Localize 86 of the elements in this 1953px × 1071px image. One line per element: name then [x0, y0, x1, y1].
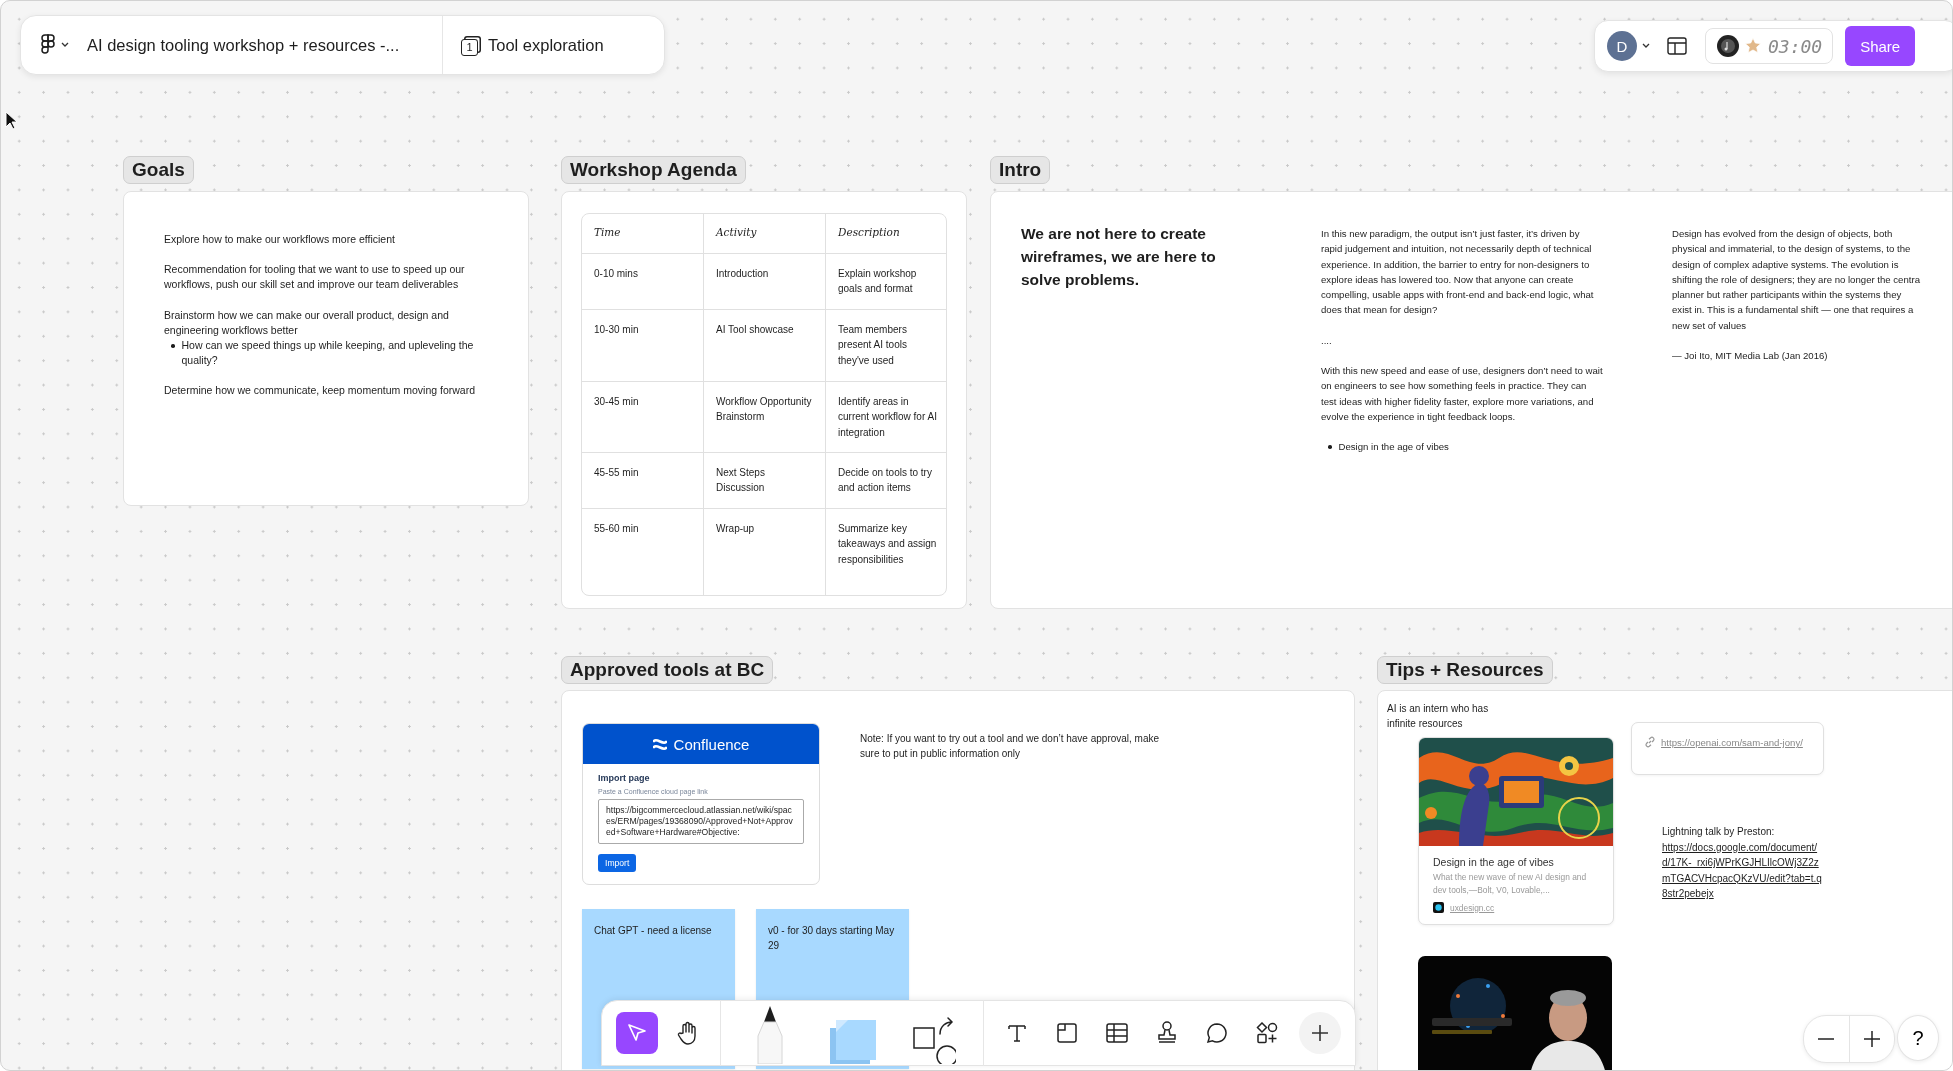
- page-count: 1: [461, 38, 478, 56]
- file-title: AI design tooling workshop + resources -...: [86, 35, 401, 55]
- layout-icon: [1667, 37, 1687, 55]
- table-cell: 55-60 min: [582, 509, 704, 595]
- stamp-icon: [1156, 1021, 1178, 1045]
- star-icon: [1744, 37, 1762, 55]
- cursor-icon: [5, 111, 18, 130]
- page-name[interactable]: Tool exploration: [488, 35, 604, 55]
- paragraph: In this new paradigm, the output isn’t just faster, it’s driven by rapid judgement and intuition, not necessarily depth of technical experience. In addition, the barrier to entry for non-designers to explore ideas has lowered too. Now that anyone can create compelling, usable apps with front-end and back-end logic, what does that mean for design?: [1321, 227, 1595, 318]
- text-line: Design has evolved from the design of objects, both: [1672, 227, 1894, 241]
- bullet-dot: [171, 344, 175, 348]
- document-link[interactable]: https://docs.google.com/document/d/17K-_rxi6jWPrKGJHLIlcOWj3Z2zmTGACVHcpacQKzVU/edit?tab=t.q8str2pebejx: [1662, 839, 1824, 902]
- paragraph: Determine how we communicate, keep momentum moving forward: [164, 383, 477, 399]
- music-timer[interactable]: 03:00: [1705, 28, 1834, 64]
- table-cell: Wrap-up: [704, 509, 826, 595]
- bullet-text: Design in the age of vibes: [1338, 440, 1449, 455]
- url-link[interactable]: https://openai.com/sam-and-jony/: [1661, 736, 1811, 761]
- site-logo-icon: [1433, 902, 1444, 913]
- headline: We are not here to create wireframes, we are here to solve problems.: [1021, 224, 1217, 290]
- section-title: Workshop Agenda: [561, 156, 746, 184]
- plus-icon: [1863, 1031, 1880, 1047]
- url-field[interactable]: https://bigcommercecloud.atlassian.net/wiki/spaces/ERM/pages/19368090/Approved+Not+Approved+Software+Hardware#Objective:: [598, 799, 804, 844]
- timer-display: 03:00: [1768, 35, 1823, 57]
- select-tool-button[interactable]: [616, 1012, 658, 1054]
- bullet-text: How can we speed things up while keeping, and upleveling the quality?: [181, 338, 475, 369]
- section-title: Tips + Resources: [1377, 656, 1553, 684]
- bullet-dot: [1328, 445, 1332, 449]
- text-line: design of complex adaptive systems. The evolution is: [1672, 257, 1900, 272]
- text-line: new set of values: [1672, 318, 1748, 333]
- widget-title: Confluence: [673, 735, 750, 753]
- note-text: Note: If you want to try out a tool and we don’t have approval, make sure to put in public information only: [860, 732, 1160, 761]
- card-description: What the new wave of new AI design and dev tools,—Bolt, V0, Lovable,...: [1433, 871, 1588, 897]
- form-heading: Import page: [598, 773, 651, 783]
- pointer-icon: [626, 1022, 648, 1044]
- paragraph: — Joi Ito, MIT Media Lab (Jan 2016): [1672, 349, 1829, 364]
- table-cell: Introduction: [704, 254, 826, 310]
- text-tool-icon: [1006, 1022, 1028, 1044]
- paragraph: Explore how to make our workflows more efficient: [164, 232, 396, 247]
- link-icon: [1644, 736, 1656, 748]
- section-title: Goals: [123, 156, 194, 184]
- text-label: Lightning talk by Preston:: [1662, 825, 1776, 839]
- table-cell: 10-30 min: [582, 310, 704, 382]
- figma-logo-icon: [41, 34, 55, 56]
- section-title: Approved tools at BC: [561, 656, 774, 684]
- section-title: Intro: [990, 156, 1051, 184]
- add-tool-button[interactable]: [1299, 1012, 1341, 1054]
- table-cell: Workflow Opportunity Brainstorm: [704, 382, 826, 453]
- table-icon: [1106, 1023, 1128, 1043]
- shapes-icon: [912, 1014, 956, 1064]
- confluence-logo-icon: [652, 738, 667, 750]
- text-line: shifting the role of designers; they are no longer the centra: [1672, 272, 1921, 287]
- user-avatar[interactable]: D: [1607, 31, 1637, 61]
- column-header: Time: [582, 214, 704, 254]
- section-icon: [1056, 1022, 1078, 1044]
- link-preview-card[interactable]: Design in the age of vibes What the new wave of new AI design and dev tools,—Bolt, V0, Lovable,... uxdesign.cc: [1418, 737, 1614, 925]
- text-line: exist in. This is a fundamental shift — one that requires a: [1672, 303, 1915, 318]
- table-cell: Explain workshop goals and format: [826, 254, 946, 310]
- source-link[interactable]: uxdesign.cc: [1450, 902, 1495, 913]
- table-cell: AI Tool showcase: [704, 310, 826, 382]
- paragraph: Brainstorm how we can make our overall product, design and engineering workflows better: [164, 307, 450, 338]
- card-title: Design in the age of vibes: [1433, 856, 1555, 868]
- table-cell: 45-55 min: [582, 453, 704, 509]
- vinyl-record-icon: [1716, 34, 1740, 58]
- minus-icon: [1818, 1038, 1835, 1040]
- hand-icon: [676, 1021, 698, 1045]
- table-cell: 30-45 min: [582, 382, 704, 453]
- column-header: Activity: [704, 214, 826, 254]
- import-button[interactable]: Import: [598, 854, 637, 872]
- paragraph: ....: [1321, 333, 1333, 348]
- paragraph: Recommendation for tooling that we want to use to speed up our workflows, push our skill set and improve our team deliverables: [164, 262, 466, 293]
- text-line: planner but rather participants within the systems they: [1672, 288, 1903, 303]
- paragraph: With this new speed and ease of use, designers don’t need to wait on engineers to see how something feels in practice. They can test ideas with higher fidelity faster, explore more variations, and evolve the experience in tight feedback loops.: [1321, 364, 1603, 424]
- table-cell: Team members present AI tools they've used: [826, 310, 946, 382]
- note-text: AI is an intern who has infinite resources: [1387, 702, 1490, 731]
- more-tools-icon: [1256, 1022, 1278, 1044]
- table-cell-text: Summarize key takeaways and assign responsibilities: [837, 522, 938, 567]
- table-cell: Identify areas in current workflow for AI integration: [826, 382, 946, 453]
- plus-icon: [1311, 1024, 1329, 1042]
- table-cell: Decide on tools to try and action items: [826, 453, 946, 509]
- table-cell: Next Steps Discussion: [704, 453, 826, 509]
- table-cell: 0-10 mins: [582, 254, 704, 310]
- column-header: Description: [826, 214, 946, 254]
- share-button[interactable]: Share: [1845, 26, 1916, 66]
- chevron-down-icon: [61, 42, 69, 48]
- text-line: physical and immaterial, to the design of systems, to the: [1672, 242, 1912, 257]
- comment-icon: [1206, 1022, 1228, 1044]
